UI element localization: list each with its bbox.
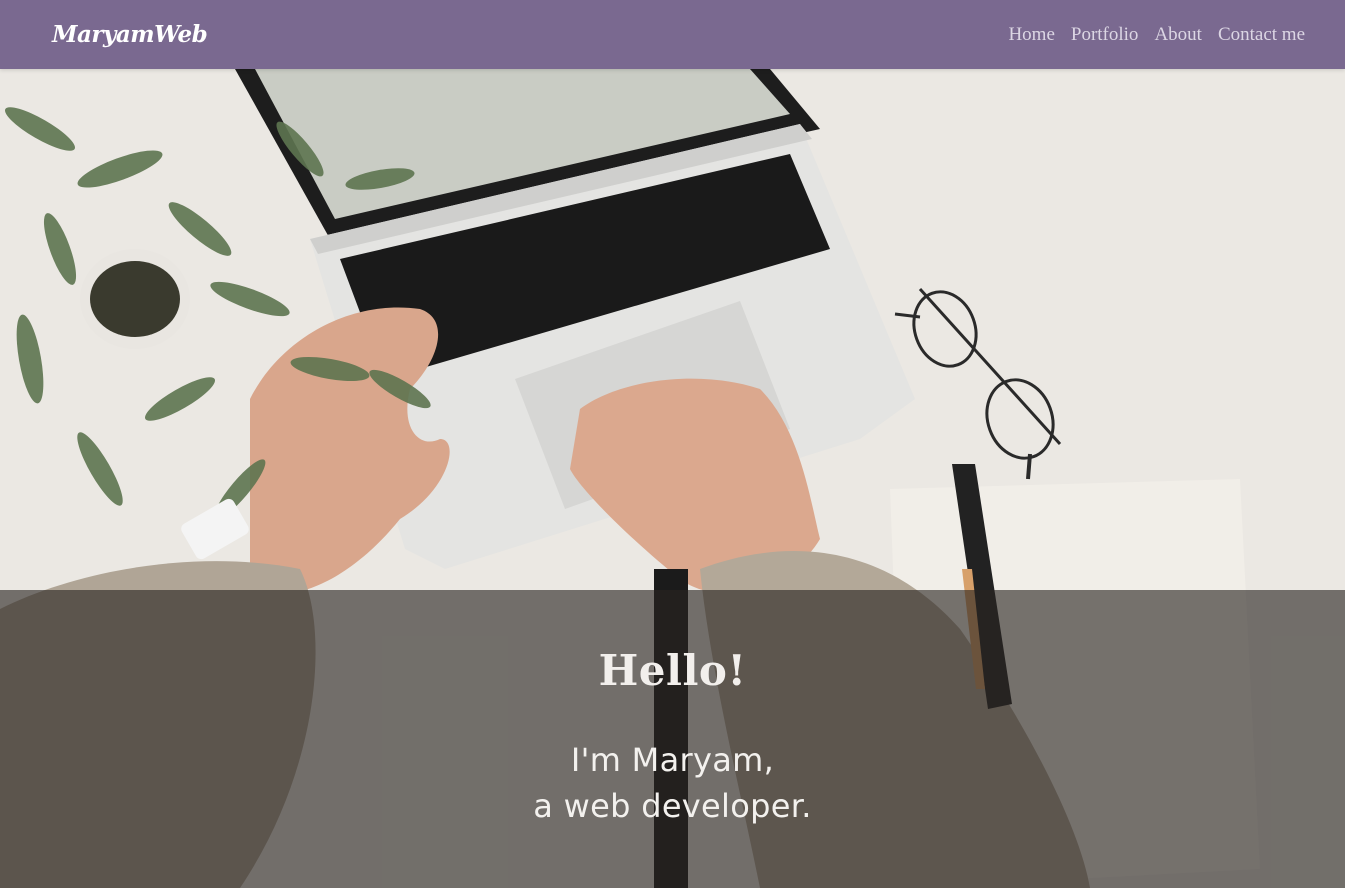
hero-intro-line-2: a web developer. [533,787,812,825]
nav-links: Home Portfolio About Contact me [1008,24,1305,46]
hero-intro: I'm Maryam, a web developer. [533,737,811,829]
nav-link-about[interactable]: About [1154,24,1202,46]
hero-heading: Hello! [598,646,747,695]
nav-link-contact[interactable]: Contact me [1218,24,1305,46]
nav-link-portfolio[interactable]: Portfolio [1071,24,1139,46]
navbar: MaryamWeb Home Portfolio About Contact m… [0,0,1345,69]
hero-section: Hello! I'm Maryam, a web developer. [0,69,1345,888]
hero-overlay: Hello! I'm Maryam, a web developer. [0,590,1345,888]
brand-logo-link[interactable]: MaryamWeb [52,21,208,48]
nav-link-home[interactable]: Home [1008,24,1054,46]
hero-intro-line-1: I'm Maryam, [570,741,775,779]
